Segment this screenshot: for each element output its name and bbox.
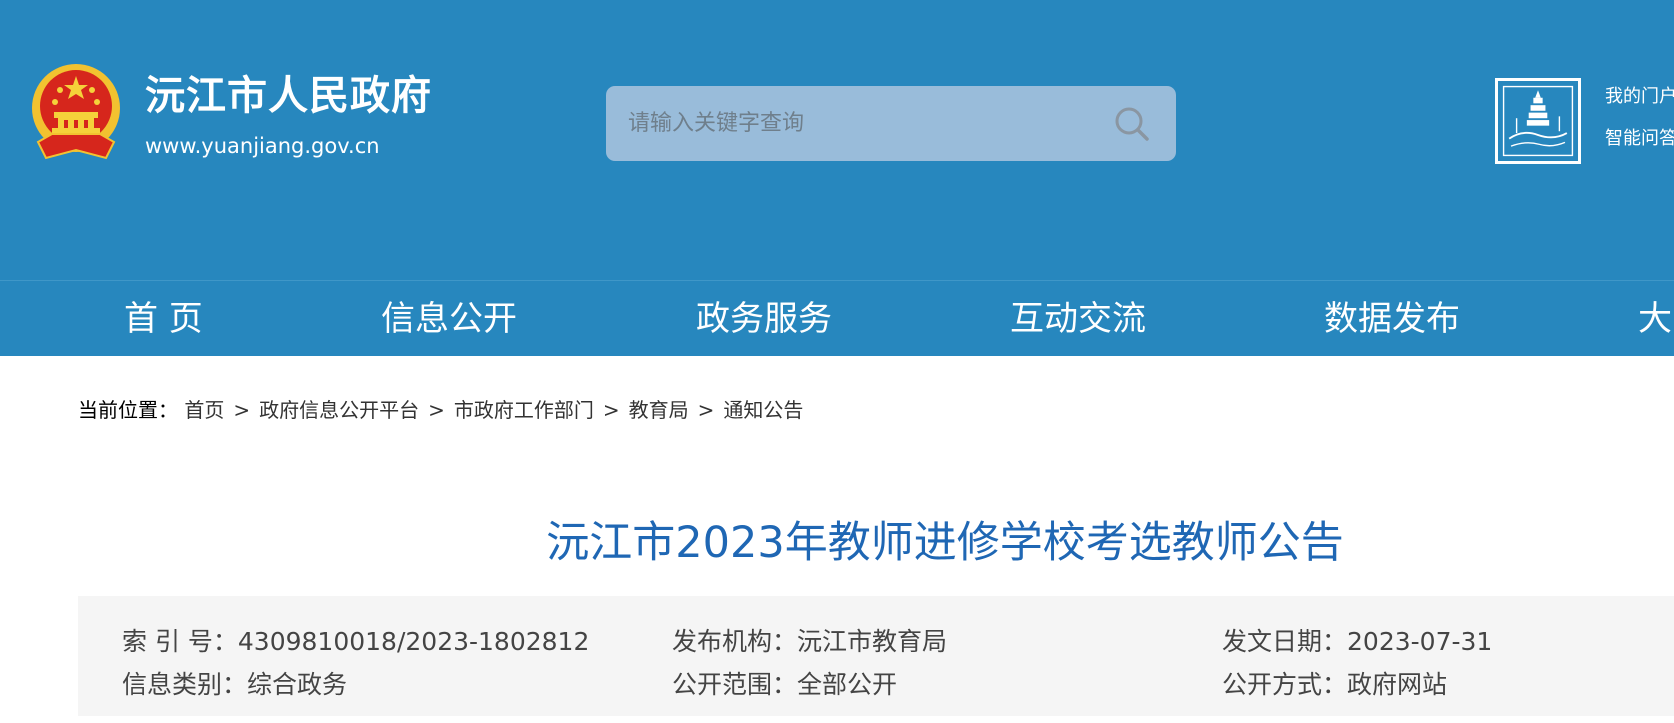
breadcrumb: 当前位置： 首页 > 政府信息公开平台 > 市政府工作部门 > 教育局 > 通知公告 bbox=[78, 394, 803, 423]
main-nav: 首 页 信息公开 政务服务 互动交流 数据发布 大 bbox=[0, 280, 1674, 356]
meta-value: 综合政务 bbox=[247, 670, 348, 699]
meta-info-category: 信息类别：综合政务 bbox=[122, 665, 347, 701]
breadcrumb-item-disclosure-platform[interactable]: 政府信息公开平台 bbox=[259, 398, 419, 422]
search-icon[interactable] bbox=[1111, 103, 1153, 145]
my-portal-link[interactable]: 我的门户 bbox=[1605, 86, 1674, 108]
smart-qa-link[interactable]: 智能问答 bbox=[1605, 128, 1674, 150]
breadcrumb-separator: > bbox=[428, 398, 445, 422]
site-name[interactable]: 沅江市人民政府 bbox=[145, 74, 432, 118]
meta-publisher: 发布机构：沅江市教育局 bbox=[672, 622, 947, 658]
nav-item-truncated[interactable]: 大 bbox=[1638, 281, 1672, 357]
breadcrumb-item-notices[interactable]: 通知公告 bbox=[723, 398, 803, 422]
meta-value: 4309810018/2023-1802812 bbox=[237, 627, 590, 656]
meta-value: 政府网站 bbox=[1347, 670, 1448, 699]
breadcrumb-item-education-bureau[interactable]: 教育局 bbox=[629, 398, 689, 422]
meta-label: 公开方式： bbox=[1222, 670, 1348, 699]
meta-value: 沅江市教育局 bbox=[797, 627, 948, 656]
breadcrumb-item-home[interactable]: 首页 bbox=[184, 398, 224, 422]
national-emblem-icon[interactable] bbox=[30, 62, 122, 160]
breadcrumb-separator: > bbox=[602, 398, 620, 422]
nav-item-interaction[interactable]: 互动交流 bbox=[1010, 281, 1146, 357]
breadcrumb-label: 当前位置： bbox=[78, 398, 178, 422]
nav-item-data-release[interactable]: 数据发布 bbox=[1324, 281, 1460, 357]
meta-label: 发布机构： bbox=[672, 627, 798, 656]
meta-label: 发文日期： bbox=[1222, 627, 1348, 656]
meta-index-number: 索 引 号：4309810018/2023-1802812 bbox=[122, 622, 589, 658]
site-header: 沅江市人民政府 www.yuanjiang.gov.cn 我的门户 智能问答 bbox=[0, 0, 1674, 280]
meta-label: 索 引 号： bbox=[122, 627, 238, 656]
meta-publish-date: 发文日期：2023-07-31 bbox=[1222, 622, 1492, 658]
nav-item-info-disclosure[interactable]: 信息公开 bbox=[381, 281, 517, 357]
search-input[interactable] bbox=[628, 86, 1098, 161]
nav-item-gov-services[interactable]: 政务服务 bbox=[696, 281, 832, 357]
meta-disclosure-scope: 公开范围：全部公开 bbox=[672, 665, 897, 701]
meta-disclosure-method: 公开方式：政府网站 bbox=[1222, 665, 1447, 701]
breadcrumb-item-departments[interactable]: 市政府工作部门 bbox=[454, 398, 594, 422]
meta-value: 2023-07-31 bbox=[1347, 627, 1493, 656]
meta-value: 全部公开 bbox=[797, 670, 898, 699]
search-bar bbox=[606, 86, 1176, 161]
meta-label: 信息类别： bbox=[122, 670, 248, 699]
article-meta: 索 引 号：4309810018/2023-1802812 发布机构：沅江市教育… bbox=[78, 596, 1674, 716]
pagoda-seal-icon[interactable] bbox=[1495, 78, 1581, 164]
meta-label: 公开范围： bbox=[672, 670, 798, 699]
site-url[interactable]: www.yuanjiang.gov.cn bbox=[145, 134, 380, 159]
breadcrumb-separator: > bbox=[697, 398, 715, 422]
breadcrumb-separator: > bbox=[233, 398, 251, 422]
article-title: 沅江市2023年教师进修学校考选教师公告 bbox=[546, 518, 1344, 568]
nav-item-home[interactable]: 首 页 bbox=[124, 281, 203, 357]
user-links: 我的门户 智能问答 bbox=[1605, 86, 1674, 149]
